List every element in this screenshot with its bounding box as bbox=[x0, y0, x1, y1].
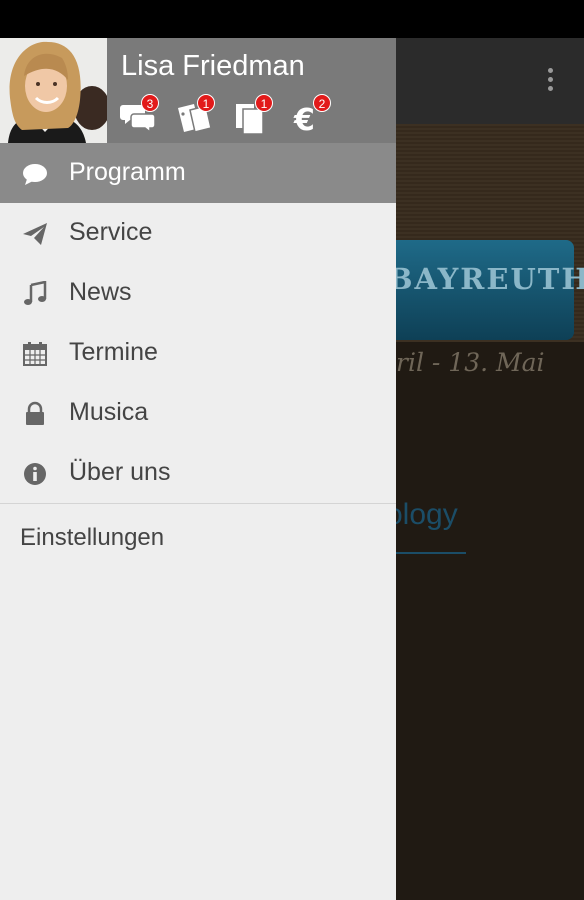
menu-item-label: Musica bbox=[69, 398, 149, 426]
notification-tickets[interactable]: 1 bbox=[176, 94, 216, 134]
background-banner-text: BAYREUTH bbox=[388, 262, 584, 296]
menu-item-label: Über uns bbox=[69, 458, 171, 486]
notification-badge: 2 bbox=[313, 94, 331, 112]
menu-item-service[interactable]: Service bbox=[0, 203, 396, 263]
background-date-text: pril - 13. Mai bbox=[380, 348, 545, 377]
menu-item-ueber-uns[interactable]: Über uns bbox=[0, 443, 396, 503]
notification-badge: 1 bbox=[197, 94, 215, 112]
notification-payments[interactable]: € 2 bbox=[292, 94, 332, 134]
menu-item-label: Termine bbox=[69, 338, 158, 366]
paper-plane-icon bbox=[23, 223, 47, 245]
chat-bubble-icon bbox=[23, 164, 47, 185]
menu-item-musica[interactable]: Musica bbox=[0, 383, 396, 443]
menu-item-label: News bbox=[69, 278, 132, 306]
lock-icon bbox=[26, 401, 44, 425]
avatar[interactable] bbox=[0, 38, 107, 143]
background-link[interactable]: ology bbox=[386, 498, 458, 532]
drawer-header: Lisa Friedman 3 1 1 € 2 bbox=[0, 38, 396, 143]
menu-item-label: Programm bbox=[69, 158, 186, 186]
music-note-icon bbox=[24, 281, 47, 305]
notification-badge: 1 bbox=[255, 94, 273, 112]
status-bar bbox=[0, 0, 584, 38]
menu-item-programm[interactable]: Programm bbox=[0, 143, 396, 203]
menu-divider bbox=[0, 503, 396, 504]
settings-item[interactable]: Einstellungen bbox=[20, 524, 164, 552]
background-link-underline bbox=[386, 552, 466, 554]
calendar-icon bbox=[23, 342, 47, 366]
menu-item-news[interactable]: News bbox=[0, 263, 396, 323]
info-icon bbox=[24, 463, 46, 485]
notification-badge: 3 bbox=[141, 94, 159, 112]
notification-messages[interactable]: 3 bbox=[120, 94, 160, 134]
overflow-menu-icon[interactable] bbox=[544, 68, 556, 98]
notification-documents[interactable]: 1 bbox=[234, 94, 274, 134]
menu-item-termine[interactable]: Termine bbox=[0, 323, 396, 383]
user-name: Lisa Friedman bbox=[121, 50, 305, 82]
svg-text:€: € bbox=[293, 103, 315, 134]
navigation-drawer: Lisa Friedman 3 1 1 € 2 Programm Service… bbox=[0, 38, 396, 900]
menu-item-label: Service bbox=[69, 218, 153, 246]
